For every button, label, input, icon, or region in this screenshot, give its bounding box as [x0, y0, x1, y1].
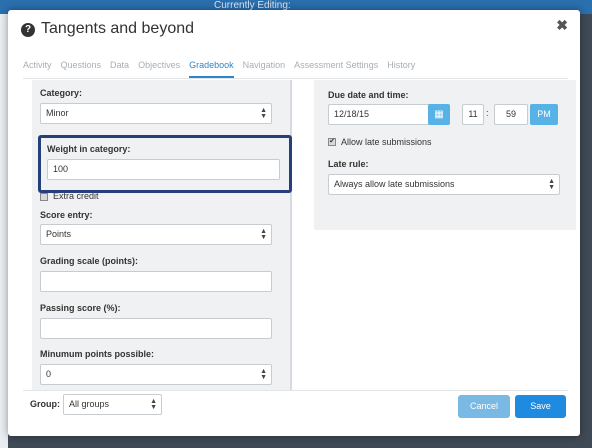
min-points-value: 0 [46, 369, 52, 379]
weight-label: Weight in category: [47, 144, 131, 154]
close-button[interactable]: ✖ [556, 17, 568, 34]
tab-navigation[interactable]: Navigation [243, 60, 286, 78]
calendar-icon[interactable]: ▦ [428, 104, 450, 125]
group-select[interactable]: All groups ▲ ▼ [63, 394, 162, 415]
passing-score-label: Passing score (%): [40, 303, 121, 313]
weight-highlight-box: Weight in category: 100 [38, 135, 292, 193]
passing-score-input[interactable] [40, 318, 272, 339]
min-points-label: Minumum points possible: [40, 349, 154, 359]
due-date-label: Due date and time: [328, 90, 409, 100]
tab-objectives[interactable]: Objectives [138, 60, 180, 78]
tab-assessment-settings[interactable]: Assessment Settings [294, 60, 378, 78]
gradebook-left-panel: Category: Minor ▲ ▼ Extra credit Score en… [32, 80, 292, 390]
gradebook-right-panel: Due date and time: 12/18/15 ▦ 11 : 59 PM… [314, 80, 576, 230]
minute-input[interactable]: 59 [494, 104, 528, 125]
help-icon[interactable]: ? [21, 23, 35, 37]
late-rule-value: Always allow late submissions [334, 179, 455, 189]
select-arrows-icon: ▲ ▼ [150, 398, 157, 411]
group-label: Group: [30, 399, 60, 409]
modal-header: ? Tangents and beyond ✖ [8, 10, 580, 50]
grading-scale-input[interactable] [40, 271, 272, 292]
ampm-toggle[interactable]: PM [530, 104, 558, 125]
tab-activity[interactable]: Activity [23, 60, 52, 78]
allow-late-checkbox[interactable]: ✔ [328, 138, 336, 146]
late-rule-label: Late rule: [328, 159, 369, 169]
select-arrows-icon: ▲ ▼ [260, 107, 267, 120]
allow-late-label: Allow late submissions [341, 137, 432, 147]
select-arrows-icon: ▲ ▼ [548, 178, 555, 191]
stepper-arrows-icon[interactable]: ▲ ▼ [260, 368, 267, 381]
app-sidebar [0, 14, 8, 448]
cancel-button[interactable]: Cancel [458, 395, 510, 418]
tab-history[interactable]: History [387, 60, 415, 78]
grading-scale-label: Grading scale (points): [40, 256, 139, 266]
due-date-input[interactable]: 12/18/15 [328, 104, 430, 125]
score-entry-value: Points [46, 229, 72, 239]
hour-input[interactable]: 11 [462, 104, 484, 125]
score-entry-label: Score entry: [40, 210, 93, 220]
footer-divider [23, 390, 568, 391]
tab-data[interactable]: Data [110, 60, 129, 78]
tab-bar: Activity Questions Data Objectives Grade… [23, 60, 424, 78]
time-separator: : [486, 108, 489, 118]
assessment-settings-modal: ? Tangents and beyond ✖ Activity Questio… [8, 10, 580, 436]
tabs-divider [23, 78, 568, 79]
save-button[interactable]: Save [515, 395, 566, 418]
category-select[interactable]: Minor ▲ ▼ [40, 103, 272, 124]
extra-credit-checkbox[interactable] [40, 193, 48, 201]
tab-gradebook[interactable]: Gradebook [189, 60, 234, 78]
late-rule-select[interactable]: Always allow late submissions ▲ ▼ [328, 174, 560, 195]
tab-questions[interactable]: Questions [61, 60, 102, 78]
group-value: All groups [69, 399, 110, 409]
select-arrows-icon: ▲ ▼ [260, 228, 267, 241]
category-value: Minor [46, 108, 69, 118]
category-label: Category: [40, 88, 83, 98]
modal-title: Tangents and beyond [41, 20, 195, 37]
score-entry-select[interactable]: Points ▲ ▼ [40, 224, 272, 245]
weight-input[interactable]: 100 [47, 159, 280, 180]
min-points-input[interactable]: 0 ▲ ▼ [40, 364, 272, 385]
